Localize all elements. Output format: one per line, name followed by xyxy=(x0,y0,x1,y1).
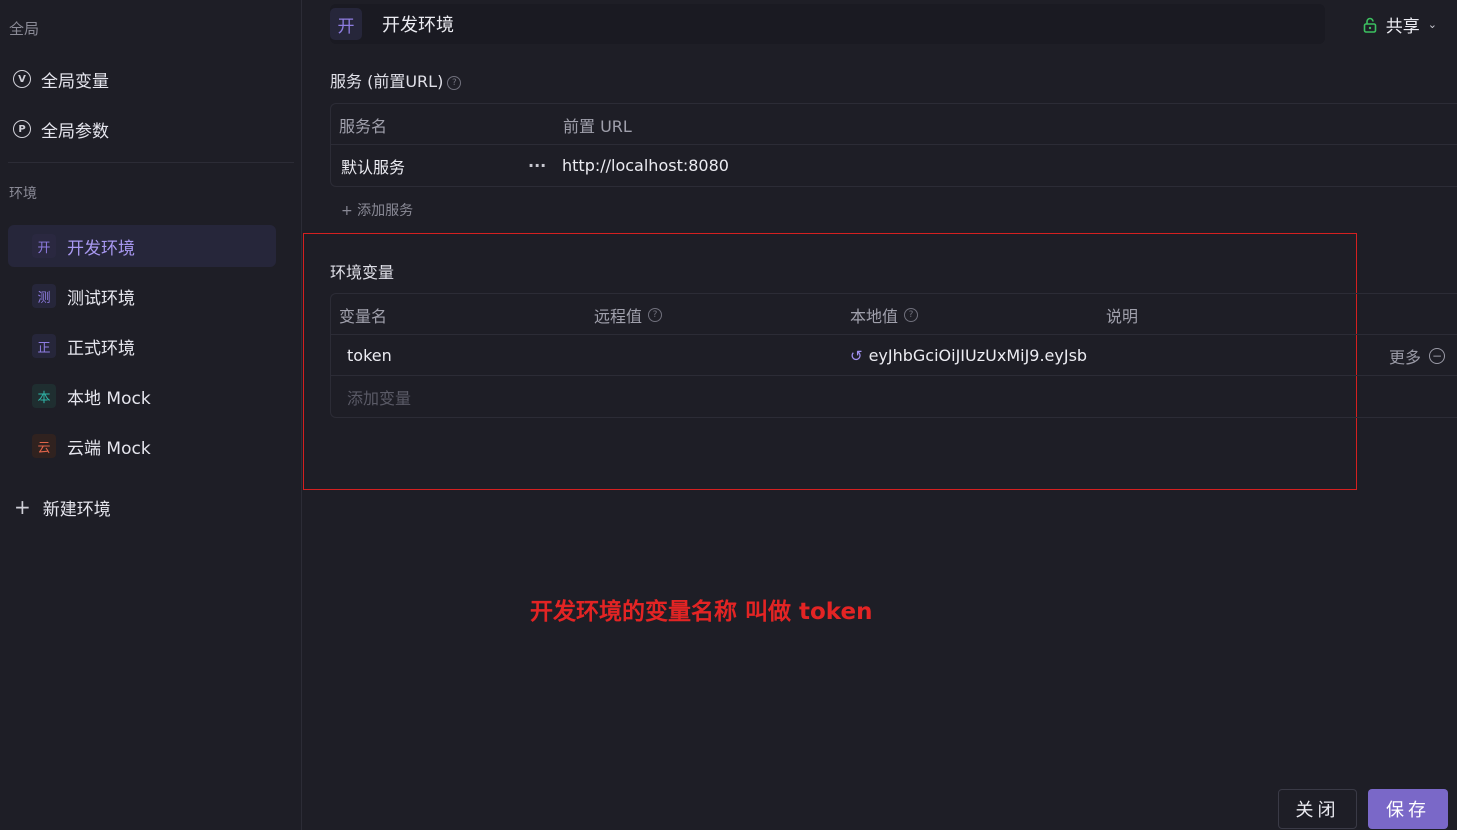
add-variable-input[interactable]: 添加变量 xyxy=(347,376,411,417)
more-label: 更多 xyxy=(1389,347,1422,367)
add-service-button[interactable]: + 添加服务 xyxy=(341,200,413,220)
chevron-down-icon: ⌄ xyxy=(1427,18,1437,31)
sidebar-item-test-env[interactable]: 测 测试环境 xyxy=(8,275,276,317)
plus-icon: + xyxy=(14,495,31,519)
service-url[interactable]: http://localhost:8080 xyxy=(562,145,729,186)
services-table: 服务名 前置 URL 默认服务 ··· http://localhost:808… xyxy=(330,103,1457,187)
more-button[interactable]: 更多 − xyxy=(1389,335,1446,376)
remove-icon[interactable]: − xyxy=(1429,347,1446,364)
table-header-row: 变量名 远程值? 本地值? 说明 xyxy=(331,294,1457,335)
more-options-icon[interactable]: ··· xyxy=(528,145,546,186)
sidebar-item-dev-env[interactable]: 开 开发环境 xyxy=(8,225,276,267)
services-title: 服务 (前置URL)? xyxy=(330,68,462,92)
env-vars-title: 环境变量 xyxy=(330,263,395,282)
link-icon: ↺ xyxy=(850,346,863,365)
close-button[interactable]: 关闭 xyxy=(1278,789,1357,829)
table-row: token ↺ eyJhbGciOiJIUzUxMiJ9.eyJsb 更多 − xyxy=(331,335,1457,376)
sidebar-item-label: 开发环境 xyxy=(67,238,135,259)
sidebar-item-global-variables[interactable]: V 全局变量 xyxy=(8,58,276,100)
env-vars-table: 变量名 远程值? 本地值? 说明 token ↺ eyJhbGciOiJIUzU… xyxy=(330,293,1457,418)
var-name[interactable]: token xyxy=(347,335,392,376)
share-label: 共享 xyxy=(1385,17,1420,37)
col-header-prefix-url: 前置 URL xyxy=(563,116,632,136)
sidebar-env-title: 环境 xyxy=(9,186,37,202)
help-icon[interactable]: ? xyxy=(648,307,663,322)
help-icon[interactable]: ? xyxy=(904,307,919,322)
env-badge: 开 xyxy=(32,234,56,258)
sidebar-item-label: 测试环境 xyxy=(67,288,135,309)
env-name-input[interactable]: 开发环境 xyxy=(382,11,454,37)
table-row: 默认服务 ··· http://localhost:8080 xyxy=(331,145,1457,186)
sidebar-item-label: 云端 Mock xyxy=(67,438,151,459)
env-badge: 开 xyxy=(330,8,362,40)
col-header-var-name: 变量名 xyxy=(339,306,388,326)
env-name-bar: 开 开发环境 xyxy=(330,4,1325,44)
sidebar-divider xyxy=(8,162,294,163)
service-name[interactable]: 默认服务 xyxy=(341,145,405,186)
col-header-remote-value: 远程值? xyxy=(594,294,663,335)
unlock-icon xyxy=(1363,17,1377,33)
services-title-text: 服务 (前置URL) xyxy=(330,72,444,91)
col-header-local-value: 本地值? xyxy=(850,294,919,335)
sidebar-global-title: 全局 xyxy=(9,20,40,38)
sidebar: 全局 V 全局变量 P 全局参数 环境 开 开发环境 测 测试环境 正 正式环境… xyxy=(0,0,302,830)
table-header-row: 服务名 前置 URL xyxy=(331,104,1457,145)
table-row-add: 添加变量 xyxy=(331,376,1457,417)
col-header-description: 说明 xyxy=(1106,306,1139,326)
variable-icon: V xyxy=(13,70,31,88)
sidebar-item-label: 全局变量 xyxy=(41,71,109,92)
new-env-button[interactable]: + 新建环境 xyxy=(8,486,276,528)
env-badge: 测 xyxy=(32,284,56,308)
sidebar-item-label: 本地 Mock xyxy=(67,388,151,409)
new-env-label: 新建环境 xyxy=(42,499,111,520)
annotation-text: 开发环境的变量名称 叫做 token xyxy=(530,599,873,625)
env-badge: 正 xyxy=(32,334,56,358)
sidebar-item-label: 正式环境 xyxy=(67,338,135,359)
sidebar-item-local-mock[interactable]: 本 本地 Mock xyxy=(8,375,276,417)
main-panel: 开 开发环境 共享 ⌄ 服务 (前置URL)? 服务名 前置 URL 默认服务 … xyxy=(303,0,1457,830)
env-badge: 云 xyxy=(32,434,56,458)
sidebar-item-prod-env[interactable]: 正 正式环境 xyxy=(8,325,276,367)
col-header-remote-text: 远程值 xyxy=(594,306,643,326)
col-header-service-name: 服务名 xyxy=(339,116,388,136)
app-window: 全局 V 全局变量 P 全局参数 环境 开 开发环境 测 测试环境 正 正式环境… xyxy=(0,0,1457,830)
env-badge: 本 xyxy=(32,384,56,408)
sidebar-item-global-params[interactable]: P 全局参数 xyxy=(8,108,276,150)
var-local-value[interactable]: ↺ eyJhbGciOiJIUzUxMiJ9.eyJsb xyxy=(850,335,1092,376)
param-icon: P xyxy=(13,120,31,138)
var-local-value-text: eyJhbGciOiJIUzUxMiJ9.eyJsb xyxy=(868,346,1088,365)
share-dropdown[interactable]: 共享 ⌄ xyxy=(1363,12,1437,37)
col-header-local-text: 本地值 xyxy=(850,306,899,326)
help-icon[interactable]: ? xyxy=(447,75,462,90)
save-button[interactable]: 保存 xyxy=(1368,789,1448,829)
sidebar-item-cloud-mock[interactable]: 云 云端 Mock xyxy=(8,425,276,467)
sidebar-item-label: 全局参数 xyxy=(41,121,109,142)
